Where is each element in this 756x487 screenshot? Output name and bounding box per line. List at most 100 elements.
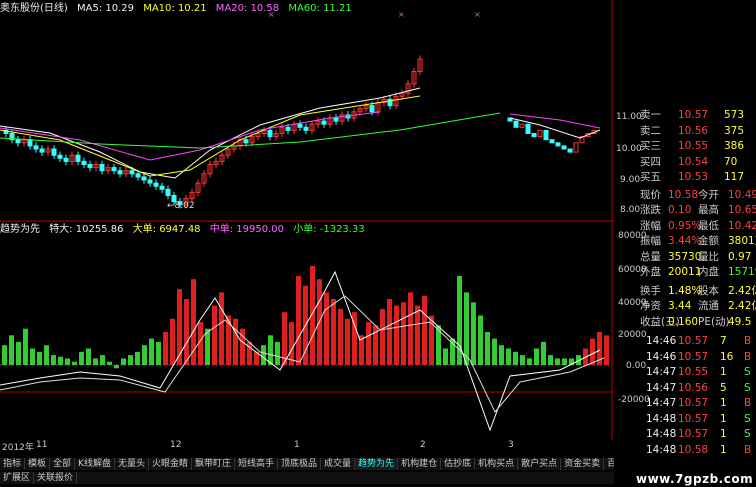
candle-body <box>129 170 135 175</box>
candle-body <box>267 129 273 138</box>
fund-flow-bar <box>156 341 161 365</box>
stock-title[interactable]: 奥东股份(日线) <box>0 3 68 14</box>
candle-body <box>135 173 141 178</box>
stat-row: 外盘 20011内盘 15719 <box>640 265 756 280</box>
fund-flow-bar <box>135 351 140 365</box>
order-book-row: 买四 10.54 70 <box>640 155 756 170</box>
order-book-row: 卖二 10.56 375 <box>640 124 756 139</box>
tick-row: 14:48 10.57 1 S <box>640 427 756 442</box>
book-price: 10.57 <box>678 109 709 121</box>
candle-body <box>531 133 537 138</box>
stat-value: 3.44 <box>668 300 692 312</box>
fund-flow-bar <box>233 318 238 365</box>
candle-body <box>561 145 567 150</box>
tick-row: 14:47 10.56 5 S <box>640 381 756 396</box>
tab-6[interactable]: 飘带盯庄 <box>192 458 235 470</box>
tick-vol: 1 <box>720 397 727 409</box>
ext-tab-1[interactable]: 关联报价 <box>34 472 78 484</box>
stat-label: 现价 <box>640 188 661 201</box>
tick-price: 10.55 <box>678 366 709 378</box>
tab-7[interactable]: 短线高手 <box>235 458 279 470</box>
fund-flow-bar <box>268 335 273 365</box>
fund-flow-bar <box>485 332 490 365</box>
tick-bs: S <box>744 428 751 440</box>
fund-flow-bar <box>114 365 119 369</box>
candle-body <box>159 185 165 190</box>
fund-flow-bar <box>415 305 420 365</box>
candle-body <box>57 154 63 159</box>
fund-flow-bar <box>541 341 546 365</box>
stat-row: 换手 1.48%股本 2.42亿 <box>640 284 756 299</box>
tab-5[interactable]: 火眼金睛 <box>149 458 192 470</box>
book-label: 卖一 <box>640 109 661 121</box>
tab-15[interactable]: 资金买卖 <box>561 458 605 470</box>
tab-12[interactable]: 估抄底 <box>441 458 476 470</box>
candle-body <box>519 123 525 128</box>
stat-label-2: 内盘 <box>698 266 719 278</box>
fund-flow-bar <box>23 328 28 365</box>
candle-body <box>111 167 117 172</box>
stat-row: 净资 3.44 流通 2.42亿 <box>640 299 756 314</box>
mid-order-label: 中单: 19950.00 <box>209 224 284 235</box>
candle-body <box>27 139 33 147</box>
tab-14[interactable]: 散户买点 <box>518 458 562 470</box>
fund-flow-bar <box>205 328 210 365</box>
tab-11[interactable]: 机构建仓 <box>398 458 442 470</box>
fund-flow-bar <box>499 345 504 365</box>
tab-1[interactable]: 模板 <box>25 458 51 470</box>
fund-flow-bar <box>142 345 147 365</box>
kline-chart[interactable]: × × × <box>0 0 614 440</box>
tab-3[interactable]: K线解盘 <box>75 458 115 470</box>
tick-vol: 7 <box>720 335 727 347</box>
stat-label-2: 金额 <box>698 235 719 247</box>
book-price: 10.54 <box>678 155 709 168</box>
book-vol: 386 <box>724 140 745 152</box>
fund-flow-bar <box>324 292 329 365</box>
stat-value-2: 15719 <box>728 266 756 278</box>
candle-body <box>369 105 375 113</box>
fund-flow-bar <box>450 338 455 365</box>
fund-flow-bar <box>338 308 343 365</box>
stat-value: 20011 <box>668 266 702 278</box>
candle-body <box>567 148 573 153</box>
tab-0[interactable]: 指标 <box>0 458 26 470</box>
tab-10[interactable]: 趋势为先 <box>355 458 399 470</box>
stat-value-2: 0.97 <box>728 250 752 263</box>
indicator-name[interactable]: 趋势为先 <box>0 224 40 235</box>
tick-price: 10.57 <box>678 412 709 425</box>
tab-16[interactable]: 百万阴跌 <box>604 458 614 470</box>
stat-value: 3.44% <box>668 235 702 247</box>
tab-9[interactable]: 成交量 <box>321 458 356 470</box>
tab-13[interactable]: 机构买点 <box>475 458 519 470</box>
fund-flow-bar <box>65 358 70 365</box>
stat-label: 换手 <box>640 284 661 297</box>
fund-flow-bar <box>408 292 413 365</box>
fund-flow-bar <box>100 355 105 365</box>
ma20-label: MA20: 10.58 <box>215 3 280 14</box>
ext-tab-0[interactable]: 扩展区 <box>0 472 35 484</box>
tab-2[interactable]: 全部 <box>50 458 76 470</box>
fund-flow-bar <box>506 348 511 365</box>
stat-label-2: PE(动) <box>698 315 730 328</box>
stat-row: 收益(三) 0.160 PE(动) 49.5 <box>640 315 756 330</box>
fund-flow-bar <box>471 302 476 365</box>
candle-body <box>513 120 519 128</box>
fund-flow-bar <box>275 341 280 365</box>
stat-label-2: 最低 <box>698 219 719 232</box>
stat-label-2: 量比 <box>698 250 719 263</box>
extension-tab-bar: 扩展区 关联报价 <box>0 472 614 484</box>
candle-body <box>39 148 45 153</box>
fund-flow-bar <box>184 299 189 365</box>
tab-8[interactable]: 顶底极品 <box>278 458 322 470</box>
tick-row: 14:47 10.55 1 S <box>640 365 756 380</box>
fund-flow-bar <box>107 361 112 365</box>
tab-4[interactable]: 无量头 <box>115 458 149 470</box>
fund-flow-bar <box>30 348 35 365</box>
fund-flow-bar <box>86 348 91 365</box>
fund-flow-bar <box>380 308 385 365</box>
ma-header: 奥东股份(日线) MA5: 10.29 MA10: 10.21 MA20: 10… <box>0 2 358 16</box>
fund-flow-bar <box>212 305 217 365</box>
stat-label-2: 今开 <box>698 188 719 201</box>
stat-value: 10.58 <box>668 188 699 201</box>
order-book-row: 买三 10.55 386 <box>640 139 756 154</box>
